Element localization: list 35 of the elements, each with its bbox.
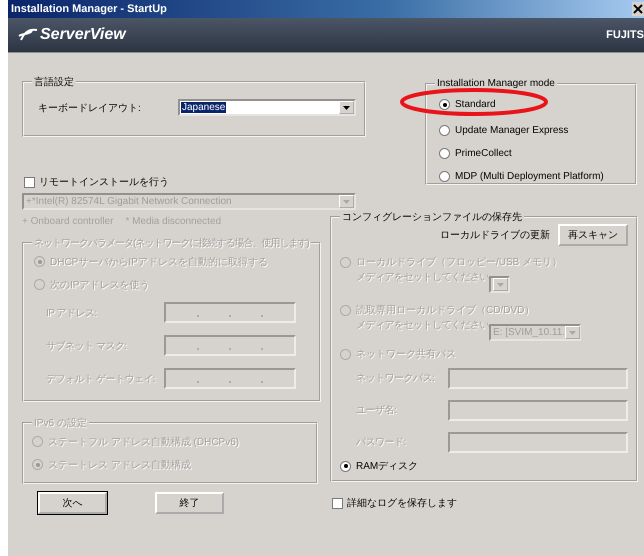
- group-title: 言語設定: [33, 76, 75, 89]
- dropdown-value: E: [SVIM_10.11.: [492, 327, 566, 338]
- checkbox[interactable]: [332, 498, 343, 508]
- group-title: Installation Manager mode: [436, 78, 556, 89]
- dropdown-value: +*Intel(R) 82574L Gigabit Network Connection: [25, 196, 232, 207]
- refresh-label: ローカルドライブの更新: [440, 228, 550, 242]
- group-title: コンフィグレーションファイルの保存先: [341, 210, 523, 224]
- radio-label: RAMディスク: [356, 460, 418, 473]
- checkbox-label: 詳細なログを保存します: [347, 496, 457, 510]
- radio-button[interactable]: [340, 460, 351, 472]
- drive-dropdown[interactable]: [489, 276, 510, 293]
- radio-button[interactable]: [439, 171, 450, 182]
- rescan-button[interactable]: 再スキャン: [558, 224, 628, 246]
- checkbox-label: リモートインストールを行う: [39, 176, 169, 189]
- text-field[interactable]: [448, 400, 628, 420]
- radio-label: PrimeCollect: [455, 148, 512, 159]
- radio-label: Update Manager Express: [455, 125, 568, 136]
- radio-label: Standard: [455, 99, 496, 110]
- radio-label: MDP (Multi Deployment Platform): [455, 171, 604, 182]
- close-icon[interactable]: [632, 2, 644, 16]
- vendor-name: FUJITS: [606, 29, 644, 41]
- text-field[interactable]: [448, 432, 628, 452]
- keyboard-dropdown[interactable]: Japanese: [178, 99, 356, 116]
- checkbox[interactable]: [24, 176, 35, 188]
- logo-icon: [18, 28, 38, 42]
- radio-button[interactable]: [439, 125, 450, 136]
- radio-button[interactable]: [439, 148, 450, 159]
- product-name: ServerView: [40, 26, 126, 44]
- radio-button[interactable]: [439, 99, 450, 110]
- dropdown-value: Japanese: [181, 102, 226, 113]
- window-title: Installation Manager - StartUp: [10, 3, 167, 15]
- text-field[interactable]: [448, 368, 628, 388]
- next-button[interactable]: 次へ: [38, 492, 107, 514]
- field-label: キーボードレイアウト:: [38, 102, 142, 114]
- exit-button[interactable]: 終了: [155, 492, 224, 514]
